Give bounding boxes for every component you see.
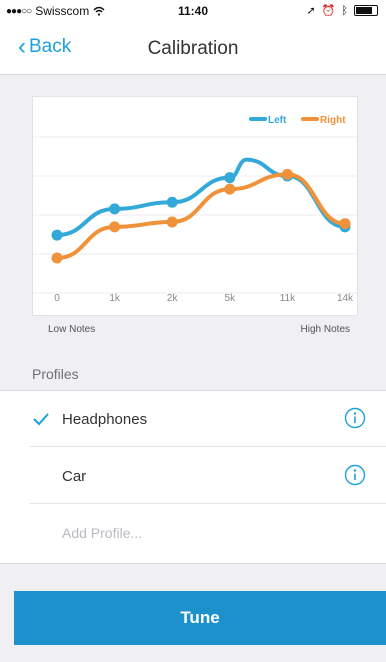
row-divider bbox=[30, 446, 386, 447]
add-profile-input[interactable]: Add Profile... bbox=[62, 525, 142, 541]
data-point-right bbox=[51, 252, 63, 264]
data-point-left bbox=[166, 196, 178, 208]
data-point-right bbox=[166, 216, 178, 228]
high-notes-label: High Notes bbox=[300, 324, 350, 335]
x-tick-label: 2k bbox=[167, 293, 179, 304]
calibration-chart: 0 1k 2k 5k 11k 14k Left Right bbox=[32, 96, 358, 316]
tune-button[interactable]: Tune bbox=[14, 591, 386, 645]
profile-label: Car bbox=[62, 468, 87, 485]
profile-label: Headphones bbox=[62, 411, 148, 428]
legend-label-left: Left bbox=[268, 115, 287, 126]
profiles-header: Profiles bbox=[32, 366, 79, 382]
x-tick-label: 0 bbox=[54, 293, 60, 304]
info-icon[interactable] bbox=[344, 464, 366, 486]
chart-svg: 0 1k 2k 5k 11k 14k Left Right bbox=[33, 115, 357, 304]
frequency-range-labels: Low Notes High Notes bbox=[30, 324, 360, 338]
x-tick-label: 1k bbox=[109, 293, 121, 304]
alarm-icon: ⏰ bbox=[321, 5, 336, 17]
data-point-left bbox=[51, 229, 63, 241]
x-tick-label: 11k bbox=[280, 293, 296, 304]
info-icon[interactable] bbox=[344, 407, 366, 429]
profile-row-car[interactable]: Car bbox=[0, 448, 386, 504]
checkmark-icon bbox=[33, 413, 49, 426]
status-icons: ➚ ⏰ ᛒ bbox=[306, 4, 378, 17]
battery-icon bbox=[354, 5, 378, 16]
data-point-left bbox=[109, 203, 121, 215]
add-profile-row[interactable]: Add Profile... bbox=[0, 505, 386, 561]
nav-bar: ‹ Back Calibration bbox=[0, 22, 386, 75]
data-point-right bbox=[224, 183, 236, 195]
low-notes-label: Low Notes bbox=[48, 324, 96, 335]
row-divider bbox=[30, 503, 386, 504]
series-line-right bbox=[55, 172, 347, 261]
legend-label-right: Right bbox=[320, 115, 346, 126]
profiles-list: Headphones Car Add Profile... bbox=[0, 390, 386, 564]
location-icon: ➚ bbox=[306, 5, 316, 17]
data-point-right bbox=[281, 168, 293, 180]
data-point-left bbox=[224, 172, 236, 184]
bluetooth-icon: ᛒ bbox=[341, 4, 348, 17]
page-title: Calibration bbox=[147, 38, 239, 59]
data-point-right bbox=[339, 218, 351, 230]
x-tick-label: 5k bbox=[225, 293, 237, 304]
series-line-left bbox=[55, 157, 347, 238]
status-bar: ●●●○○ Swisscom 11:40 ➚ ⏰ ᛒ bbox=[0, 0, 386, 22]
profile-row-headphones[interactable]: Headphones bbox=[0, 391, 386, 447]
x-tick-label: 14k bbox=[337, 293, 354, 304]
data-point-right bbox=[109, 221, 121, 233]
